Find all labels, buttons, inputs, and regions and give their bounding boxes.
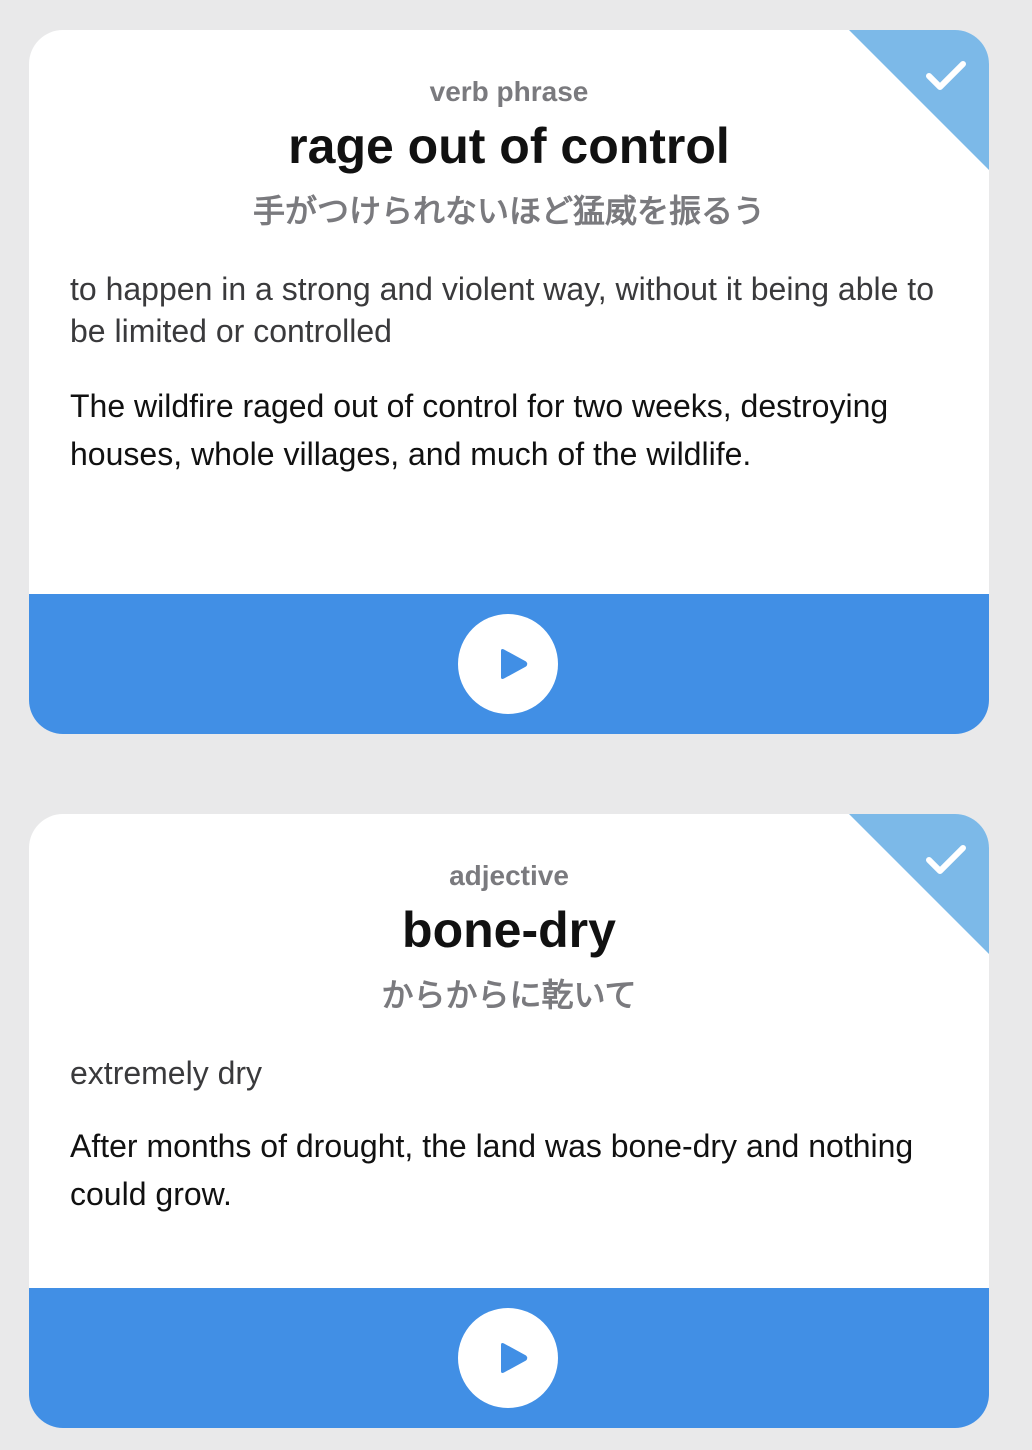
word-card: adjective bone-dry からからに乾いて extremely dr… [29,814,989,1428]
example-sentence: The wildfire raged out of control for tw… [70,388,889,472]
audio-bar [29,1288,989,1428]
japanese-translation: 手がつけられないほど猛威を振るう [252,192,765,230]
word-card: verb phrase rage out of control 手がつけられない… [29,30,989,734]
play-audio-button[interactable] [458,614,558,714]
japanese-translation: からからに乾いて [381,976,637,1014]
part-of-speech: adjective [449,860,569,891]
part-of-speech: verb phrase [429,76,589,107]
word-title: bone-dry [402,902,616,958]
play-icon [501,649,528,679]
audio-bar [29,594,989,734]
play-audio-button[interactable] [458,1308,558,1408]
word-title: rage out of control [288,118,730,174]
example-sentence: After months of drought, the land was bo… [70,1128,914,1212]
play-icon [501,1343,528,1373]
definition-text: extremely dry [70,1055,263,1091]
definition-text: to happen in a strong and violent way, w… [70,271,934,349]
